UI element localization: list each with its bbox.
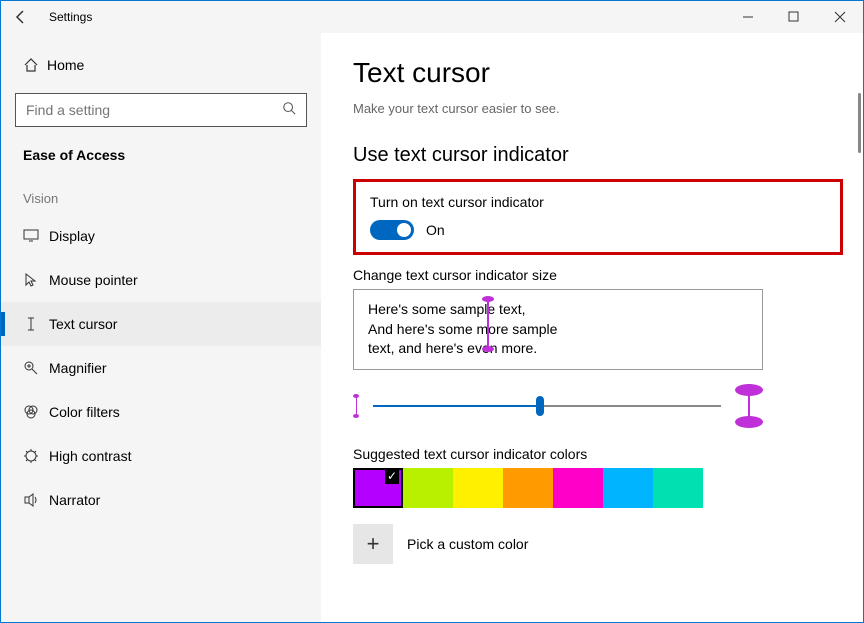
minimize-button[interactable]: [725, 1, 771, 33]
slider-thumb[interactable]: [536, 396, 544, 416]
nav-label: Color filters: [49, 404, 120, 420]
nav-magnifier[interactable]: Magnifier: [1, 346, 321, 390]
home-label: Home: [47, 57, 84, 73]
size-label: Change text cursor indicator size: [353, 267, 843, 283]
color-swatch-lime[interactable]: [403, 468, 453, 508]
high-contrast-icon: [23, 448, 49, 464]
nav-text-cursor[interactable]: Text cursor: [1, 302, 321, 346]
mouse-pointer-icon: [23, 272, 49, 288]
pick-custom-color[interactable]: + Pick a custom color: [353, 524, 843, 564]
maximize-button[interactable]: [771, 1, 817, 33]
close-button[interactable]: [817, 1, 863, 33]
display-icon: [23, 229, 49, 243]
toggle-state: On: [426, 222, 445, 238]
home-link[interactable]: Home: [1, 45, 321, 85]
nav-label: Narrator: [49, 492, 100, 508]
text-cursor-icon: [23, 316, 49, 332]
content-area: Text cursor Make your text cursor easier…: [321, 33, 863, 622]
nav-label: High contrast: [49, 448, 131, 464]
preview-line: And here's some more sample: [368, 320, 748, 340]
color-swatches: [353, 468, 843, 508]
toggle-label: Turn on text cursor indicator: [370, 194, 826, 210]
color-swatch-purple[interactable]: [353, 468, 403, 508]
color-filters-icon: [23, 404, 49, 420]
home-icon: [23, 57, 47, 73]
size-slider[interactable]: [373, 405, 721, 407]
nav-color-filters[interactable]: Color filters: [1, 390, 321, 434]
page-description: Make your text cursor easier to see.: [353, 101, 843, 116]
group-label: Vision: [1, 179, 321, 214]
nav-mouse-pointer[interactable]: Mouse pointer: [1, 258, 321, 302]
sidebar: Home Ease of Access Vision Display Mouse…: [1, 33, 321, 622]
colors-label: Suggested text cursor indicator colors: [353, 446, 843, 462]
section-heading: Use text cursor indicator: [353, 144, 843, 167]
nav-display[interactable]: Display: [1, 214, 321, 258]
color-swatch-teal[interactable]: [653, 468, 703, 508]
narrator-icon: [23, 492, 49, 508]
nav-label: Mouse pointer: [49, 272, 138, 288]
page-title: Text cursor: [353, 57, 843, 89]
category-label: Ease of Access: [1, 143, 321, 179]
plus-icon: +: [353, 524, 393, 564]
search-box[interactable]: [15, 93, 307, 127]
cursor-indicator-preview: [482, 296, 494, 352]
titlebar: Settings: [1, 1, 863, 33]
search-input[interactable]: [26, 102, 282, 118]
search-icon: [282, 101, 296, 120]
color-swatch-magenta[interactable]: [553, 468, 603, 508]
magnifier-icon: [23, 360, 49, 376]
back-button[interactable]: [1, 1, 41, 33]
color-swatch-cyan[interactable]: [603, 468, 653, 508]
slider-max-icon: [735, 384, 763, 428]
preview-line: text, and here's even more.: [368, 339, 748, 359]
highlight-annotation: Turn on text cursor indicator On: [353, 179, 843, 255]
slider-min-icon: [353, 394, 359, 418]
color-swatch-orange[interactable]: [503, 468, 553, 508]
window-title: Settings: [49, 10, 92, 24]
nav-label: Magnifier: [49, 360, 107, 376]
custom-color-label: Pick a custom color: [407, 536, 528, 552]
size-slider-row: [353, 384, 763, 428]
nav-label: Display: [49, 228, 95, 244]
nav-label: Text cursor: [49, 316, 117, 332]
nav-high-contrast[interactable]: High contrast: [1, 434, 321, 478]
scrollbar[interactable]: [858, 93, 861, 153]
preview-line: Here's some sample text,: [368, 300, 748, 320]
color-swatch-yellow[interactable]: [453, 468, 503, 508]
indicator-toggle[interactable]: [370, 220, 414, 240]
preview-box: Here's some sample text, And here's some…: [353, 289, 763, 370]
nav-narrator[interactable]: Narrator: [1, 478, 321, 522]
